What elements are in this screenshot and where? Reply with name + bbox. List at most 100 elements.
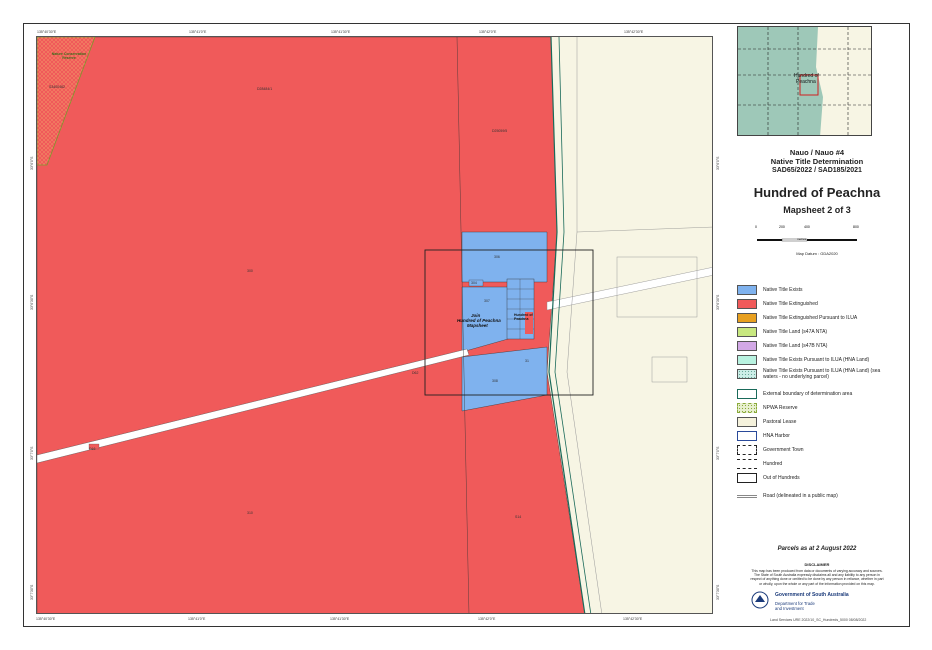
tick-right: 33°6'0"S xyxy=(716,156,720,170)
legend-label: Native Title Exists xyxy=(763,287,803,293)
tick-right: 33°6'30"S xyxy=(716,294,720,310)
legend-label: Road (delineated in a public map) xyxy=(763,493,838,499)
tick-top-5: 135°42'30"E xyxy=(624,30,644,34)
legend-label: Native Title Land (s47B NTA) xyxy=(763,343,828,349)
scale-tick-200: 200 xyxy=(779,225,785,229)
legend-swatch xyxy=(737,355,757,365)
legend-swatch xyxy=(737,389,757,399)
scale-bar: 0 200 400 800 metres xyxy=(755,225,859,242)
legend-label: Pastoral Lease xyxy=(763,419,797,425)
tick-left: 33°7'30"S xyxy=(30,584,34,600)
government-name: Government of South Australia xyxy=(775,592,849,598)
tick-top-4: 135°42'0"E xyxy=(479,30,497,34)
legend-label: Hundred xyxy=(763,461,783,467)
parcel-label-d16: D16 xyxy=(89,447,96,451)
map-frame[interactable]: Nature Conservation Reserve S3400462 D28… xyxy=(36,36,713,614)
disclaimer-text: This map has been produced from data or … xyxy=(750,569,884,586)
legend-swatch xyxy=(737,285,757,295)
tick-top-1: 135°40'30"E xyxy=(37,30,57,34)
reserve-label: Nature Conservation Reserve xyxy=(51,52,87,60)
tick-right: 33°7'30"S xyxy=(716,584,720,600)
hundred-title: Hundred of Peachna xyxy=(753,185,881,200)
legend-swatch xyxy=(737,403,757,413)
parcel-label-300: 300 xyxy=(247,269,253,273)
department-name-2: and Investment xyxy=(775,606,804,611)
case-number: SAD65/2022 / SAD185/2021 xyxy=(772,167,862,174)
legend-swatch xyxy=(737,313,757,323)
tick-bottom: 135°41'0"E xyxy=(188,617,206,621)
legend-item: Road (delineated in a public map) xyxy=(737,490,897,502)
tick-bottom: 135°42'0"E xyxy=(478,617,496,621)
scale-tick-400: 400 xyxy=(804,225,810,229)
join-label-small-2: Peachna xyxy=(514,317,529,321)
scale-unit: metres xyxy=(797,237,807,241)
map-canvas[interactable] xyxy=(37,37,713,614)
locator-map: Hundred of Peachna xyxy=(737,26,872,136)
legend-item: HNA Harbor xyxy=(737,430,897,442)
legend-label: External boundary of determination area xyxy=(763,391,853,397)
parcel-label-306: 306 xyxy=(494,255,500,259)
legend-swatch xyxy=(737,494,757,498)
legend-label: Government Town xyxy=(763,447,804,453)
legend-item: Native Title Exists Pursuant to ILUA (HN… xyxy=(737,368,897,380)
footer-note: Land Services URE 2022/10_SC_Hundreds_50… xyxy=(770,618,867,622)
map-datum: Map Datum : GDA2020 xyxy=(796,251,838,256)
parcel-label-top-mid: D28484/1 xyxy=(257,87,273,91)
legend-label: Out of Hundreds xyxy=(763,475,800,481)
legend-item: Hundred xyxy=(737,458,897,470)
tick-left: 33°6'30"S xyxy=(30,294,34,310)
legend-item: NPWA Reserve xyxy=(737,402,897,414)
legend-item: Government Town xyxy=(737,444,897,456)
legend-label: HNA Harbor xyxy=(763,433,790,439)
legend-item: Native Title Exists xyxy=(737,284,897,296)
parcel-label-310: 310 xyxy=(247,511,253,515)
exists-parcel-306 xyxy=(461,231,548,283)
disclaimer-title: DISCLAIMER xyxy=(804,562,830,567)
legend-item: Native Title Land (s47B NTA) xyxy=(737,340,897,352)
mapsheet-number: Mapsheet 2 of 3 xyxy=(783,205,851,215)
legend-label: Native Title Exists Pursuant to ILUA (HN… xyxy=(763,357,870,363)
legend-swatch xyxy=(737,341,757,351)
legend-item: Pastoral Lease xyxy=(737,416,897,428)
legend-label: Native Title Extinguished xyxy=(763,301,818,307)
parcels-date: Parcels as at 2 August 2022 xyxy=(777,546,857,552)
parcel-label-upper-center: D25059/5 xyxy=(492,129,508,133)
legend-item: Out of Hundreds xyxy=(737,472,897,484)
legend-item: Native Title Extinguished Pursuant to IL… xyxy=(737,312,897,324)
legend-item: Native Title Land (s47A NTA) xyxy=(737,326,897,338)
legend-label: NPWA Reserve xyxy=(763,405,798,411)
determination-subtitle: Native Title Determination xyxy=(770,157,864,166)
determination-title: Nauo / Nauo #4 xyxy=(789,148,845,157)
legend-swatch xyxy=(737,431,757,441)
tick-bottom: 135°40'30"E xyxy=(36,617,56,621)
legend-label: Native Title Extinguished Pursuant to IL… xyxy=(763,315,858,321)
parcel-label-31: 31 xyxy=(525,359,529,363)
tick-left: 33°6'0"S xyxy=(30,156,34,170)
parcel-label-308: 308 xyxy=(492,379,498,383)
legend-swatch xyxy=(737,369,757,379)
sa-crest-icon xyxy=(751,591,769,609)
legend-label: Native Title Land (s47A NTA) xyxy=(763,329,828,335)
legend-item: Native Title Exists Pursuant to ILUA (HN… xyxy=(737,354,897,366)
tick-left: 33°7'0"S xyxy=(30,446,34,460)
legend-swatch xyxy=(737,473,757,483)
legend-label: Native Title Exists Pursuant to ILUA (HN… xyxy=(763,368,881,380)
legend-swatch xyxy=(737,417,757,427)
side-panel: Hundred of Peachna Nauo / Nauo #4 Native… xyxy=(737,24,897,614)
legend-item: External boundary of determination area xyxy=(737,388,897,400)
scale-tick-0: 0 xyxy=(755,225,757,229)
legend-swatch xyxy=(737,445,757,455)
parcel-label-top-left: S3400462 xyxy=(49,85,65,89)
scale-tick-800: 800 xyxy=(853,225,859,229)
parcel-label-s14: S14 xyxy=(515,515,522,519)
tick-bottom: 135°42'30"E xyxy=(623,617,643,621)
tick-bottom: 135°41'30"E xyxy=(330,617,350,621)
tick-top-2: 135°41'0"E xyxy=(189,30,207,34)
legend-swatch xyxy=(737,327,757,337)
join-label-3: Mapsheet xyxy=(467,323,488,328)
parcel-label-304: 304 xyxy=(471,281,477,285)
parcel-label-307: 307 xyxy=(484,299,490,303)
legend-item: Native Title Extinguished xyxy=(737,298,897,310)
road-label: D62 xyxy=(412,371,419,375)
locator-label-2: Peachna xyxy=(796,79,816,85)
